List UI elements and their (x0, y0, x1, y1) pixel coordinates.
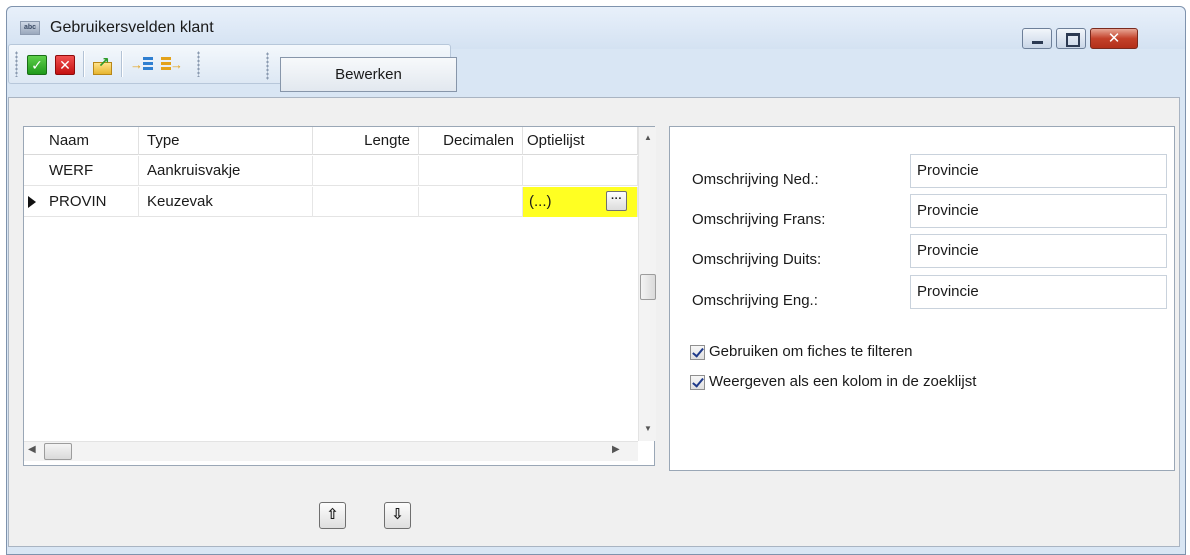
scroll-up-icon[interactable]: ▲ (639, 129, 657, 147)
cell-lengte[interactable] (313, 187, 419, 217)
table-row[interactable]: PROVIN Keuzevak (...) ··· (24, 187, 638, 217)
maximize-button[interactable] (1056, 28, 1086, 49)
minimize-button[interactable] (1022, 28, 1052, 49)
omschrijving-ned-field[interactable]: Provincie (910, 154, 1167, 188)
toolbar-grip[interactable] (197, 51, 200, 77)
cell-lengte[interactable] (313, 156, 419, 186)
close-button[interactable]: ✕ (1090, 28, 1138, 49)
window-title: Gebruikersvelden klant (50, 19, 214, 36)
cell-naam[interactable]: WERF (41, 156, 139, 186)
column-checkbox-row[interactable]: Weergeven als een kolom in de zoeklijst (690, 373, 976, 390)
app-icon: abc (20, 21, 40, 35)
properties-panel: Omschrijving Ned.: Provincie Omschrijvin… (669, 126, 1175, 471)
arrow-up-icon: ⇧ (326, 506, 339, 523)
arrow-down-icon: ⇩ (391, 506, 404, 523)
vertical-scroll-thumb[interactable] (640, 274, 656, 300)
cell-type[interactable]: Aankruisvakje (139, 156, 313, 186)
current-row-indicator-icon (28, 196, 36, 208)
horizontal-scroll-thumb[interactable] (44, 443, 72, 460)
filter-checkbox-label: Gebruiken om fiches te filteren (709, 343, 913, 360)
folder-export-icon: ↗ (92, 54, 114, 76)
toolbar-grip[interactable] (266, 52, 269, 80)
export-button[interactable]: ↗ (91, 53, 113, 75)
checkmark-icon: ✓ (27, 55, 47, 75)
label-omschrijving-eng: Omschrijving Eng.: (692, 292, 818, 309)
filter-checkbox[interactable] (690, 344, 705, 360)
insert-row-icon: → (130, 54, 154, 76)
label-omschrijving-ned: Omschrijving Ned.: (692, 171, 819, 188)
column-header-naam[interactable]: Naam (41, 127, 139, 155)
confirm-button[interactable]: ✓ (25, 53, 47, 75)
horizontal-scrollbar[interactable]: ◀ ▶ (24, 441, 638, 461)
cell-type[interactable]: Keuzevak (139, 187, 313, 217)
cell-optielijst[interactable] (523, 156, 638, 186)
append-row-icon: → (160, 54, 184, 76)
omschrijving-duits-field[interactable]: Provincie (910, 234, 1167, 268)
toolbar-separator (83, 51, 84, 77)
filter-checkbox-row[interactable]: Gebruiken om fiches te filteren (690, 343, 912, 360)
column-header-lengte[interactable]: Lengte (313, 127, 419, 155)
label-omschrijving-duits: Omschrijving Duits: (692, 251, 822, 268)
edit-button[interactable]: Bewerken (280, 57, 457, 92)
grid-header: Naam Type Lengte Decimalen Optielijst (24, 127, 638, 155)
option-list-ellipsis-button[interactable]: ··· (606, 191, 627, 211)
vertical-scrollbar[interactable]: ▲ ▼ (638, 127, 656, 441)
insert-row-button[interactable]: → (129, 53, 155, 75)
scroll-down-icon[interactable]: ▼ (639, 420, 657, 438)
move-down-button[interactable]: ⇩ (384, 502, 411, 529)
column-header-type[interactable]: Type (139, 127, 313, 155)
column-header-optielijst[interactable]: Optielijst (523, 127, 638, 155)
scroll-right-icon[interactable]: ▶ (612, 444, 620, 455)
toolbar-separator (121, 51, 122, 77)
cell-decimalen[interactable] (419, 156, 523, 186)
cell-naam[interactable]: PROVIN (41, 187, 139, 217)
content-panel: Naam Type Lengte Decimalen Optielijst WE… (8, 97, 1180, 547)
label-omschrijving-frans: Omschrijving Frans: (692, 211, 826, 228)
close-icon: ✕ (1107, 30, 1121, 47)
table-row[interactable]: WERF Aankruisvakje (24, 156, 638, 186)
title-bar[interactable]: abc Gebruikersvelden klant ✕ (7, 7, 1185, 49)
column-checkbox-label: Weergeven als een kolom in de zoeklijst (709, 373, 977, 390)
append-row-button[interactable]: → (159, 53, 185, 75)
omschrijving-eng-field[interactable]: Provincie (910, 275, 1167, 309)
cancel-icon: ✕ (55, 55, 75, 75)
column-header-decimalen[interactable]: Decimalen (419, 127, 523, 155)
cancel-button[interactable]: ✕ (53, 53, 75, 75)
fields-grid[interactable]: Naam Type Lengte Decimalen Optielijst WE… (23, 126, 656, 466)
cell-decimalen[interactable] (419, 187, 523, 217)
omschrijving-frans-field[interactable]: Provincie (910, 194, 1167, 228)
toolbar-grip[interactable] (15, 51, 18, 77)
column-checkbox[interactable] (690, 374, 705, 390)
option-list-value: (...) (529, 193, 552, 210)
move-up-button[interactable]: ⇧ (319, 502, 346, 529)
scroll-left-icon[interactable]: ◀ (28, 444, 36, 455)
